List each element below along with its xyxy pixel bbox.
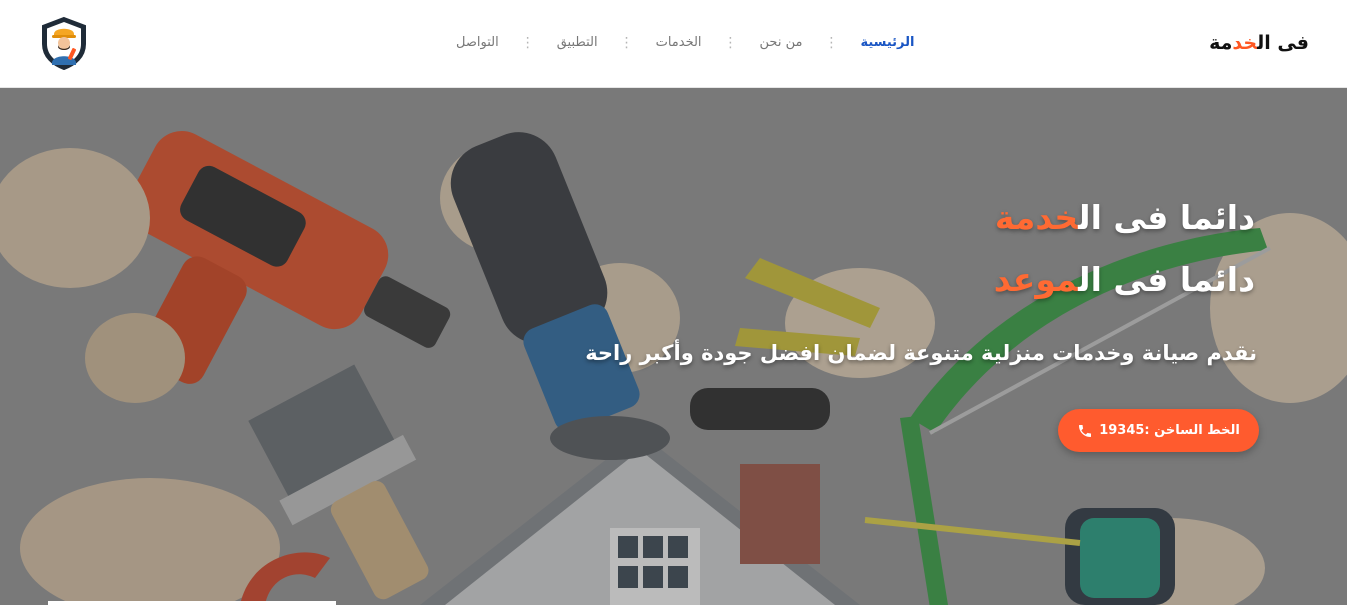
brand-name[interactable]: فى الخدمة [1209, 28, 1309, 58]
brand-part-1: فى ال [1257, 32, 1309, 54]
worker-shield-logo-icon[interactable] [40, 16, 88, 71]
nav-item-app[interactable]: التطبيق [549, 28, 606, 58]
hotline-label: الخط الساخن :19345 [1099, 423, 1240, 438]
headline-2-text: دائما فى ال [1078, 260, 1255, 299]
hotline-button[interactable]: الخط الساخن :19345 [1058, 409, 1259, 452]
nav-separator: ⋮ [723, 35, 738, 51]
nav-separator: ⋮ [824, 35, 839, 51]
headline-1-text: دائما فى ال [1078, 198, 1255, 237]
brand-part-2: خد [1232, 32, 1258, 54]
hero-banner: دائما فى الخدمة دائما فى الموعد نقدم صيا… [0, 88, 1347, 605]
nav-item-about[interactable]: من نحن [752, 28, 811, 58]
site-header: الرئيسية ⋮ من نحن ⋮ الخدمات ⋮ التطبيق ⋮ … [0, 0, 1347, 88]
hero-headline-1: دائما فى الخدمة [655, 196, 1255, 240]
nav-item-services[interactable]: الخدمات [648, 28, 710, 58]
headline-1-accent: خدمة [994, 198, 1079, 237]
hero-subtitle: نقدم صيانة وخدمات منزلية متنوعة لضمان اف… [585, 341, 1257, 365]
nav-separator: ⋮ [520, 35, 535, 51]
slider-progress-bar [48, 601, 336, 605]
main-nav: الرئيسية ⋮ من نحن ⋮ الخدمات ⋮ التطبيق ⋮ … [448, 28, 922, 58]
nav-item-home[interactable]: الرئيسية [852, 28, 922, 58]
hero-headline-2: دائما فى الموعد [655, 258, 1255, 302]
nav-item-contact[interactable]: التواصل [448, 28, 507, 58]
nav-separator: ⋮ [619, 35, 634, 51]
phone-icon [1077, 423, 1093, 439]
headline-2-accent: موعد [993, 260, 1079, 299]
brand-part-3: مة [1209, 32, 1233, 54]
